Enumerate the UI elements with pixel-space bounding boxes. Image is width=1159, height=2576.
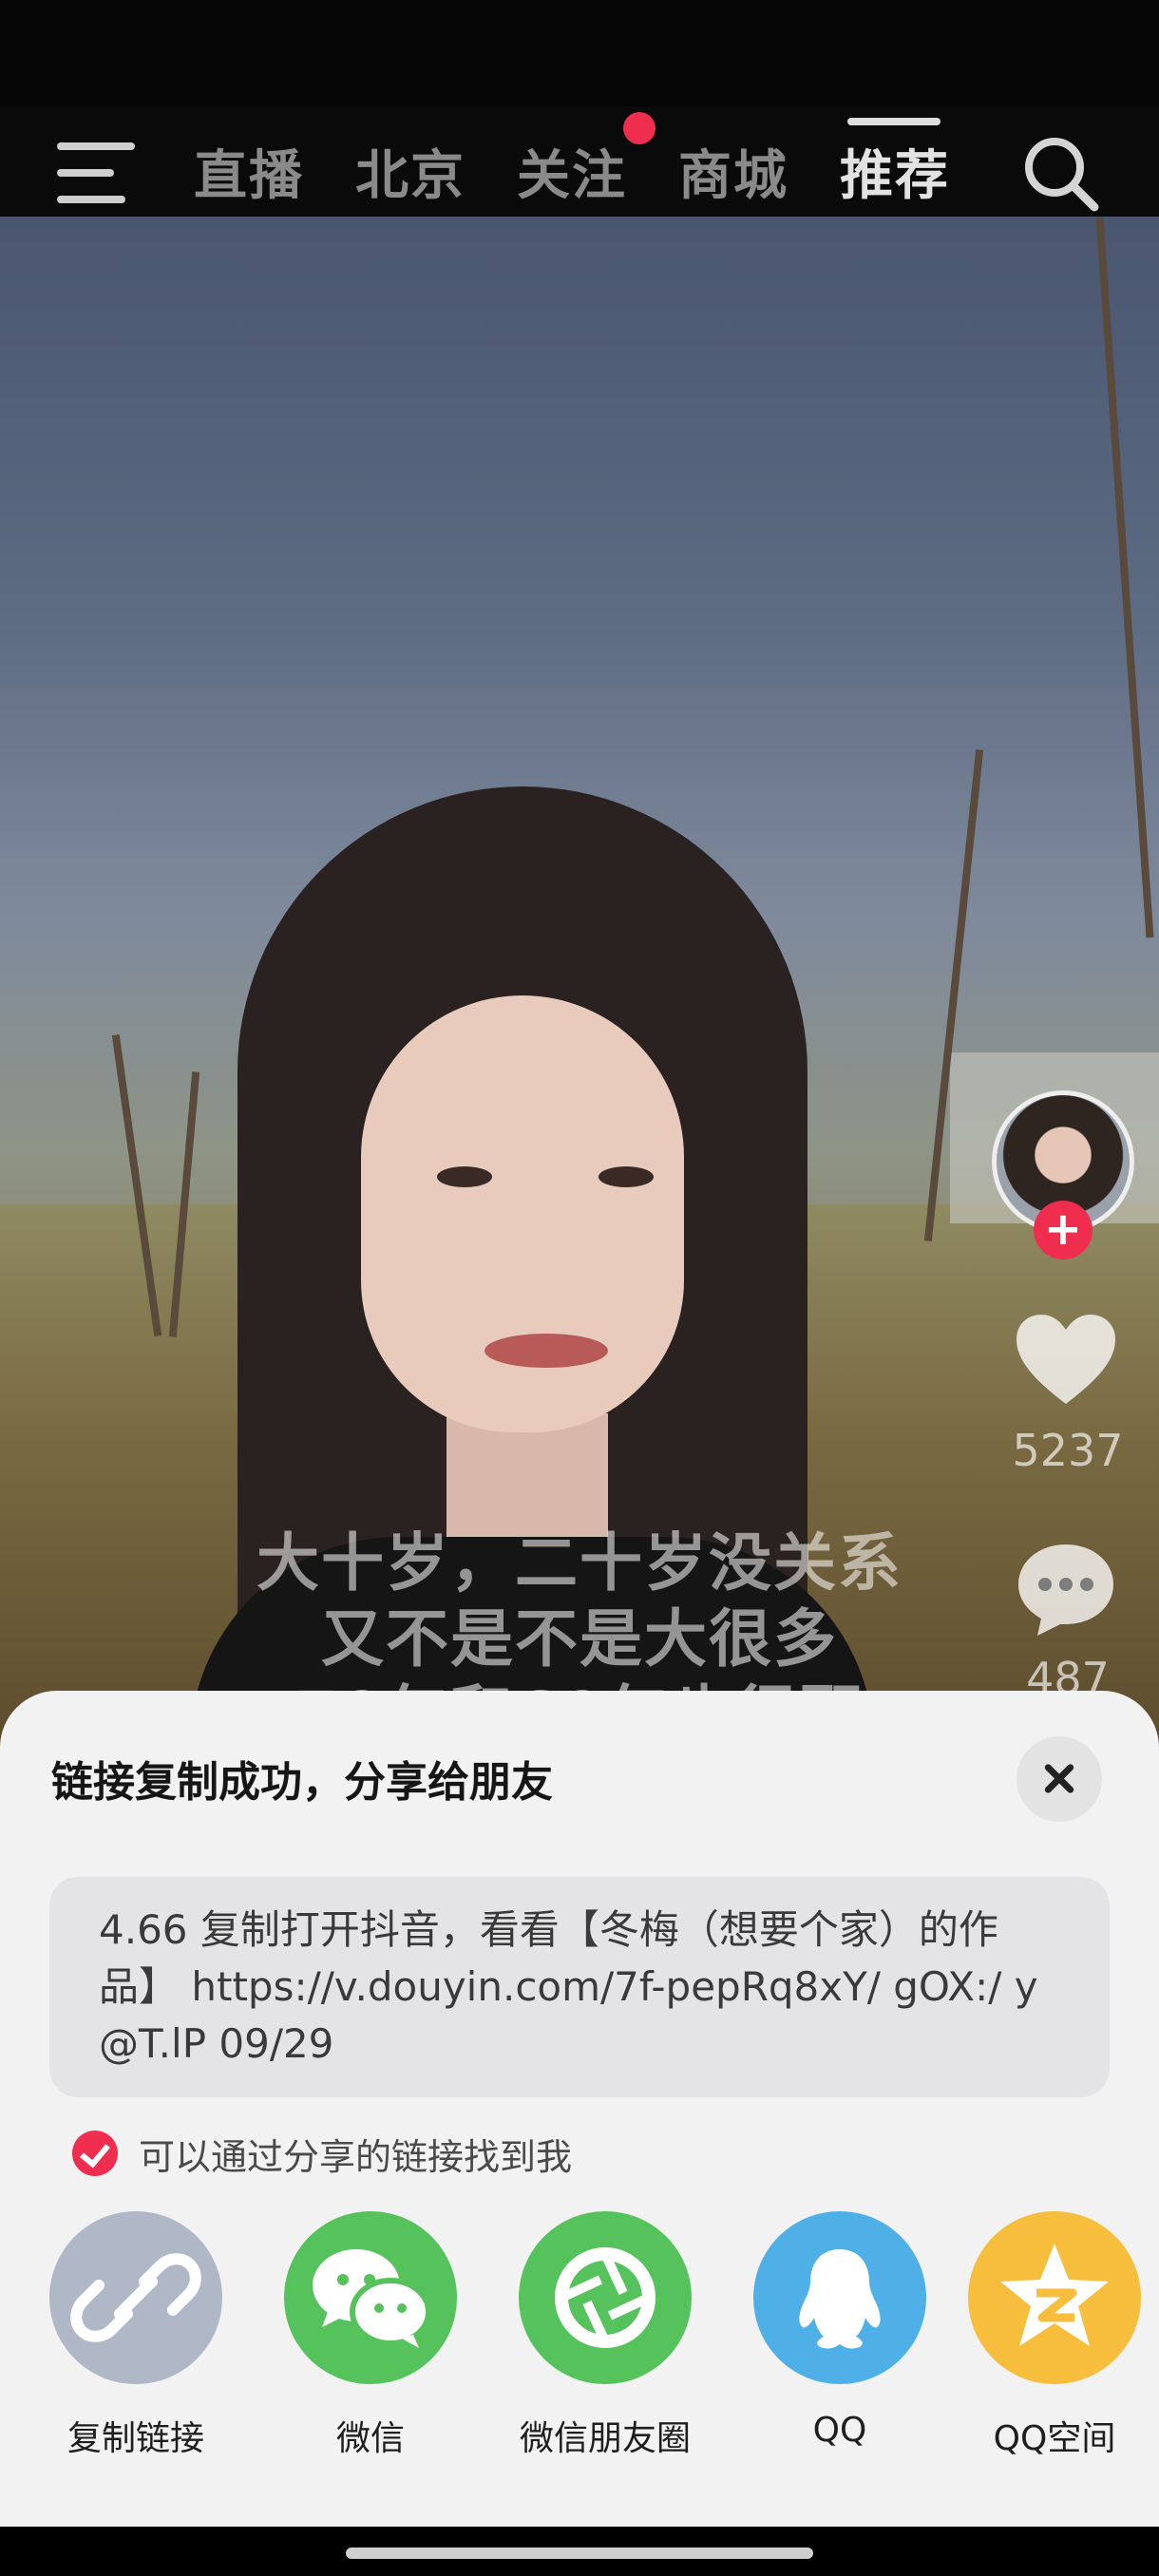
share-sheet: 链接复制成功，分享给朋友 4.66 复制打开抖音，看看【冬梅（想要个家）的作品】… (0, 1691, 1159, 2527)
qq-icon (799, 2249, 881, 2349)
tab-mall[interactable]: 商城 (678, 133, 788, 210)
share-label: 微信 (335, 2419, 405, 2458)
share-moments[interactable]: 微信朋友圈 (501, 2211, 710, 2460)
share-sheet-title: 链接复制成功，分享给朋友 (51, 1758, 553, 1807)
share-qq[interactable]: QQ (735, 2211, 944, 2450)
share-wechat[interactable]: 微信 (266, 2211, 475, 2460)
like-count: 5237 (1012, 1425, 1124, 1476)
video-subject-lips (484, 1334, 608, 1368)
findable-label: 可以通过分享的链接找到我 (139, 2135, 573, 2178)
tab-recommended[interactable]: 推荐 (840, 133, 950, 210)
share-moments-circle (519, 2211, 692, 2384)
share-label: QQ (812, 2411, 867, 2450)
share-qzone[interactable]: QQ空间 (950, 2211, 1159, 2460)
active-tab-indicator (847, 118, 940, 125)
comment-icon[interactable] (1015, 1541, 1117, 1639)
video-subject-eye (437, 1166, 492, 1187)
status-bar (0, 0, 1159, 106)
findable-option[interactable]: 可以通过分享的链接找到我 (72, 2130, 573, 2178)
top-nav: 直播 北京 关注 商城 推荐 (0, 106, 1159, 217)
search-icon[interactable] (1020, 133, 1100, 213)
share-qq-circle (753, 2211, 926, 2384)
share-link-text[interactable]: 4.66 复制打开抖音，看看【冬梅（想要个家）的作品】 https://v.do… (49, 1877, 1110, 2097)
share-label: 复制链接 (66, 2419, 204, 2458)
wechat-icon (313, 2249, 431, 2348)
tab-live[interactable]: 直播 (194, 133, 304, 210)
video-player[interactable]: 大十岁，二十岁没关系 又不是不是大很多 70年和60年也很配 (0, 217, 1159, 1774)
video-subject-face (361, 995, 684, 1432)
share-wechat-circle (284, 2211, 457, 2384)
link-icon (70, 2253, 201, 2342)
tab-following[interactable]: 关注 (517, 133, 627, 210)
checkmark-icon[interactable] (72, 2131, 118, 2176)
qzone-icon (1000, 2244, 1109, 2346)
follow-button[interactable]: + (1034, 1201, 1092, 1260)
notification-dot (623, 112, 656, 144)
video-subject-eye (598, 1166, 654, 1187)
share-qzone-circle (968, 2211, 1141, 2384)
heart-icon[interactable] (1015, 1313, 1117, 1408)
moments-icon (555, 2247, 656, 2348)
tab-beijing[interactable]: 北京 (355, 133, 466, 210)
home-indicator[interactable] (346, 2548, 813, 2559)
share-label: 微信朋友圈 (519, 2419, 691, 2458)
close-button[interactable] (1016, 1736, 1102, 1822)
video-tree (1095, 217, 1154, 938)
share-copy-link[interactable]: 复制链接 (31, 2211, 240, 2460)
share-copy-link-circle (49, 2211, 222, 2384)
menu-icon[interactable] (57, 142, 135, 203)
share-label: QQ空间 (993, 2419, 1116, 2458)
